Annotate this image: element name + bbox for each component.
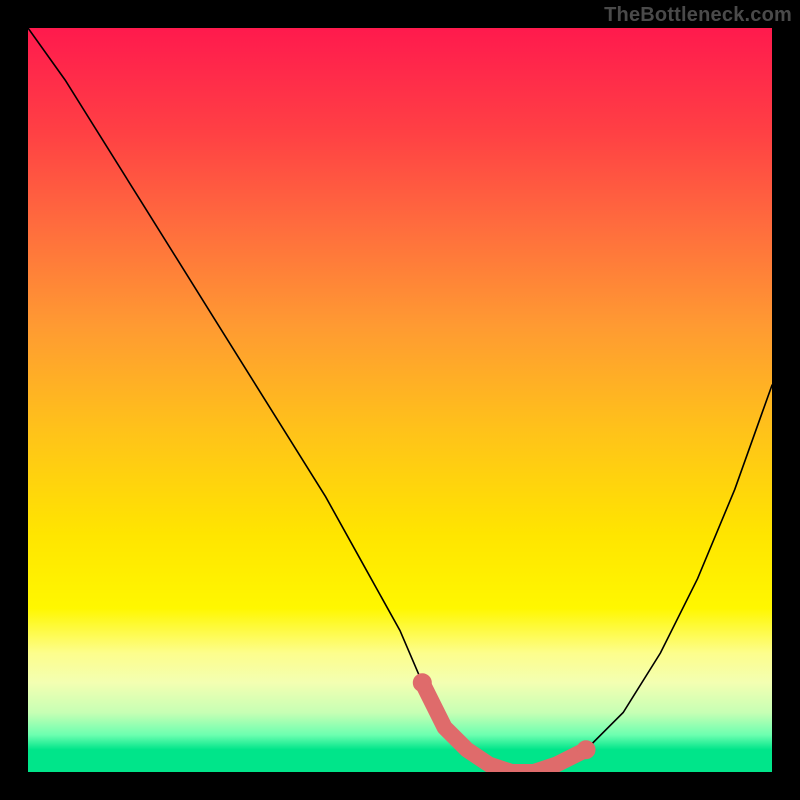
- chart-stage: TheBottleneck.com: [0, 0, 800, 800]
- watermark-text: TheBottleneck.com: [604, 4, 792, 27]
- optimal-marker-band: [422, 683, 586, 772]
- optimal-marker-dot: [413, 674, 431, 692]
- bottleneck-curve-svg: [28, 28, 772, 772]
- plot-area: [28, 28, 772, 772]
- bottleneck-curve-line: [28, 28, 772, 772]
- optimal-marker-dot: [577, 741, 595, 759]
